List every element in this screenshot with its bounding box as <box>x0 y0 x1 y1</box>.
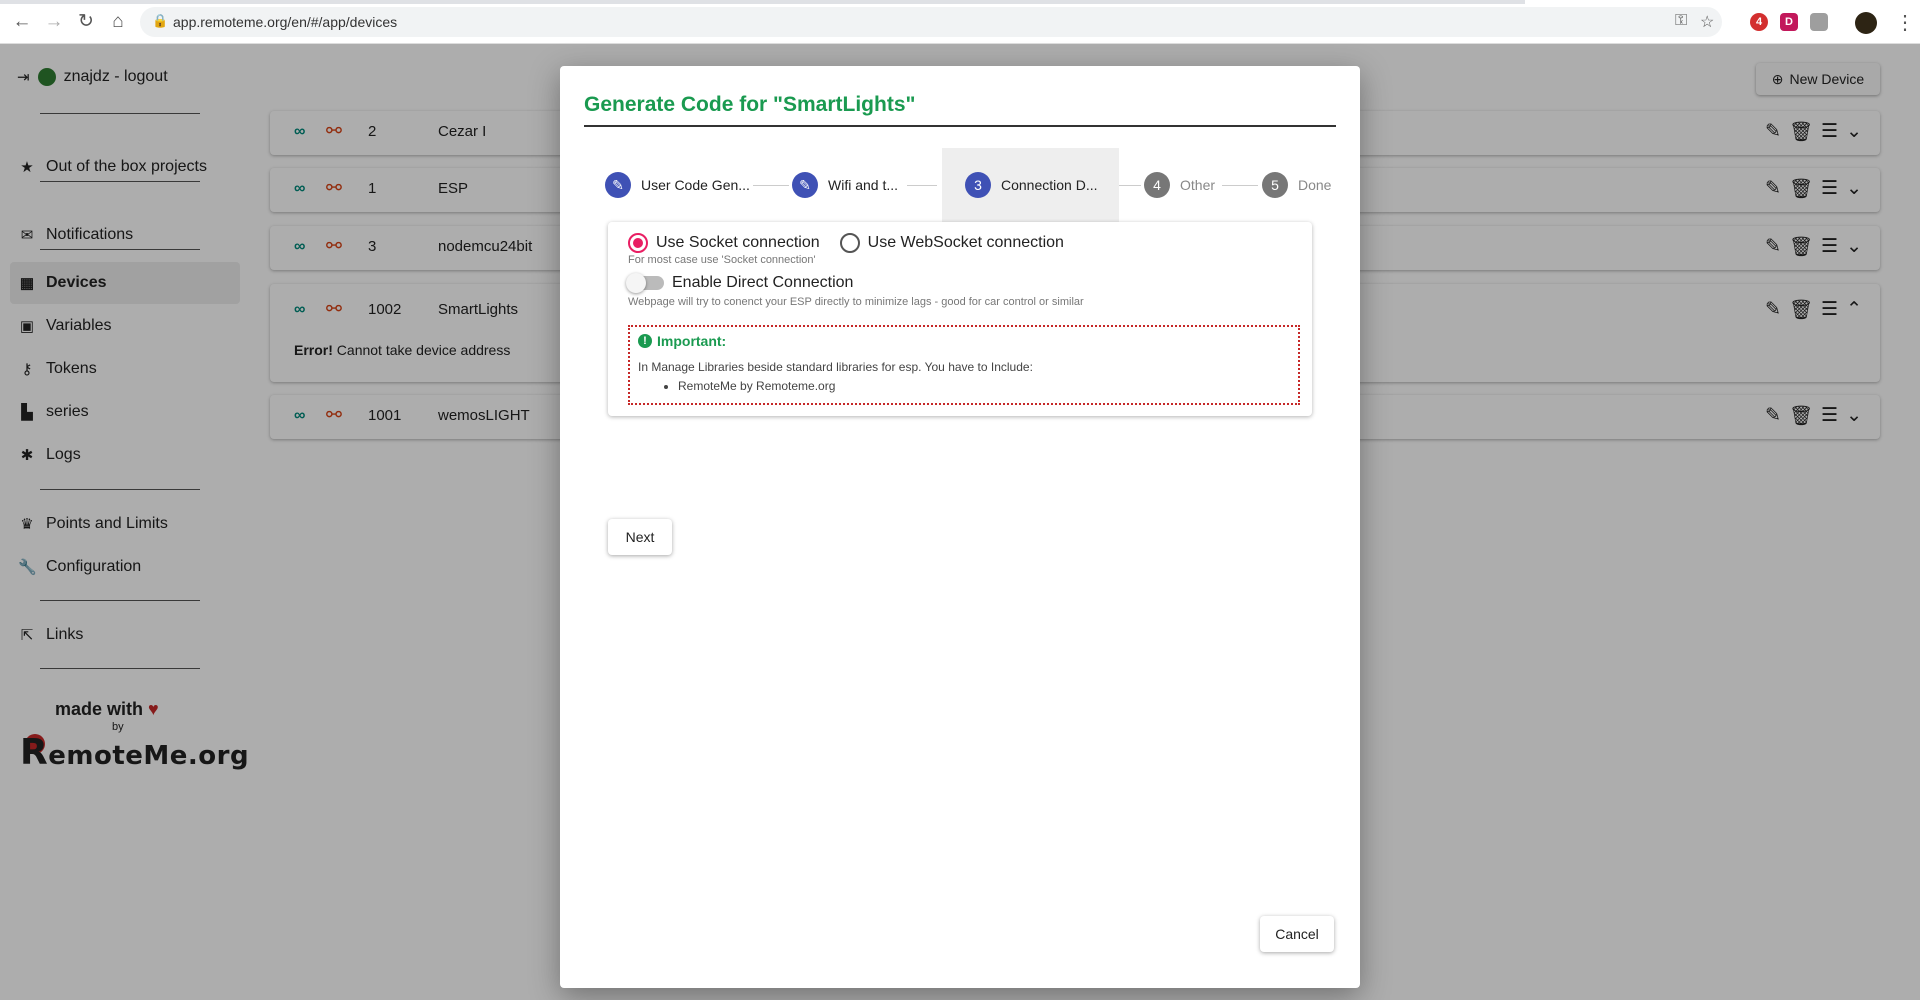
extension-d-label: D <box>1785 16 1793 28</box>
step-wifi[interactable]: ✎ Wifi and t... <box>792 148 912 222</box>
step-number: 3 <box>965 172 991 198</box>
direct-connection-toggle-row: Enable Direct Connection <box>626 273 853 293</box>
step-connector <box>907 185 937 186</box>
websocket-radio-label[interactable]: Use WebSocket connection <box>868 234 1064 252</box>
direct-connection-hint: Webpage will try to conenct your ESP dir… <box>628 296 1084 308</box>
browser-toolbar: ← → ↻ ⌂ 🔒 app.remoteme.org/en/#/app/devi… <box>0 0 1920 44</box>
reload-icon[interactable]: ↻ <box>74 10 98 34</box>
step-number: 5 <box>1262 172 1288 198</box>
cancel-button[interactable]: Cancel <box>1260 916 1334 952</box>
step-label: Connection D... <box>1001 177 1098 193</box>
address-bar[interactable]: 🔒 app.remoteme.org/en/#/app/devices ⚿ ☆ <box>140 7 1722 37</box>
step-connection[interactable]: 3 Connection D... <box>942 148 1119 222</box>
generate-code-dialog: Generate Code for "SmartLights" ✎ User C… <box>560 66 1360 988</box>
connection-options-card: Use Socket connection Use WebSocket conn… <box>608 222 1312 416</box>
step-number: 4 <box>1144 172 1170 198</box>
socket-hint: For most case use 'Socket connection' <box>628 254 816 266</box>
connection-type-group: Use Socket connection Use WebSocket conn… <box>628 233 1064 253</box>
socket-radio-label[interactable]: Use Socket connection <box>656 234 820 252</box>
step-label: Wifi and t... <box>828 177 899 193</box>
step-user-code[interactable]: ✎ User Code Gen... <box>605 148 755 222</box>
url-text[interactable]: app.remoteme.org/en/#/app/devices <box>173 14 397 30</box>
forward-icon[interactable]: → <box>42 10 66 34</box>
step-label: Done <box>1298 177 1332 193</box>
websocket-radio[interactable] <box>839 233 860 253</box>
important-title: Important: <box>657 333 727 349</box>
dialog-title: Generate Code for "SmartLights" <box>584 93 916 116</box>
step-label: Other <box>1180 177 1216 193</box>
next-button[interactable]: Next <box>608 519 672 555</box>
key-icon[interactable]: ⚿ <box>1675 12 1687 30</box>
step-done[interactable]: 5 Done <box>1262 148 1332 222</box>
lock-icon: 🔒 <box>152 13 169 28</box>
library-list: RemoteMe by Remoteme.org <box>678 379 1290 393</box>
extension-badge: 4 <box>1755 16 1763 28</box>
extension-d-icon[interactable]: D <box>1780 13 1798 31</box>
pencil-icon: ✎ <box>792 172 818 198</box>
extension-icon[interactable]: 4 <box>1750 13 1768 31</box>
important-heading: ! Important: <box>638 333 1290 349</box>
direct-connection-toggle[interactable] <box>626 273 664 293</box>
direct-connection-label[interactable]: Enable Direct Connection <box>672 274 853 292</box>
pencil-icon: ✎ <box>605 172 631 198</box>
profile-avatar[interactable] <box>1855 12 1877 34</box>
important-text: In Manage Libraries beside standard libr… <box>638 360 1033 374</box>
step-other[interactable]: 4 Other <box>1144 148 1224 222</box>
tab-strip <box>0 0 1525 4</box>
socket-radio[interactable] <box>628 233 648 253</box>
library-item: RemoteMe by Remoteme.org <box>678 379 1290 393</box>
bookmark-star-icon[interactable]: ☆ <box>1700 12 1714 32</box>
step-connector <box>1119 185 1141 186</box>
browser-menu-icon[interactable]: ⋮ <box>1895 10 1915 35</box>
step-connector <box>753 185 789 186</box>
step-connector <box>1222 185 1258 186</box>
home-icon[interactable]: ⌂ <box>106 10 130 34</box>
exclamation-icon: ! <box>638 334 652 348</box>
important-notice: ! Important: In Manage Libraries beside … <box>628 325 1300 405</box>
back-icon[interactable]: ← <box>10 10 34 34</box>
extension-image-icon[interactable] <box>1810 13 1828 31</box>
stepper: ✎ User Code Gen... ✎ Wifi and t... 3 Con… <box>605 148 1331 222</box>
title-divider <box>584 125 1336 127</box>
step-label: User Code Gen... <box>641 177 750 193</box>
